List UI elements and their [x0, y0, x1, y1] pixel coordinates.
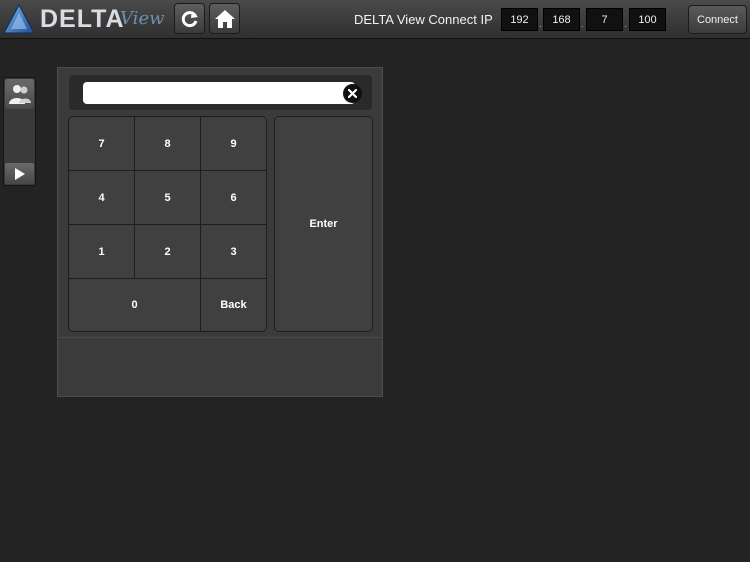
- key-9[interactable]: 9: [200, 116, 267, 171]
- key-5[interactable]: 5: [134, 170, 201, 225]
- keypad-panel: 7 8 9 4 5 6 1 2 3 0 Back Enter: [57, 67, 383, 397]
- users-icon: [8, 85, 31, 104]
- panel-divider: [58, 337, 382, 338]
- home-button[interactable]: [209, 3, 240, 34]
- side-panel: [3, 77, 36, 186]
- delta-logo-icon: [3, 3, 35, 34]
- pin-input[interactable]: [83, 82, 355, 104]
- ip-octet-1[interactable]: 192: [501, 8, 538, 31]
- key-2[interactable]: 2: [134, 224, 201, 279]
- key-7[interactable]: 7: [68, 116, 135, 171]
- connect-ip-label: DELTA View Connect IP: [354, 12, 493, 27]
- brand-name: DELTA: [40, 5, 125, 33]
- ip-separator: .: [539, 19, 542, 30]
- pin-input-container: [69, 75, 372, 110]
- refresh-icon: [181, 10, 198, 27]
- connect-button[interactable]: Connect: [688, 5, 747, 34]
- play-button[interactable]: [5, 163, 34, 184]
- brand-subtitle: View: [120, 8, 165, 29]
- home-icon: [214, 9, 235, 28]
- ip-octet-3[interactable]: 7: [586, 8, 623, 31]
- key-6[interactable]: 6: [200, 170, 267, 225]
- ip-octet-2[interactable]: 168: [543, 8, 580, 31]
- key-4[interactable]: 4: [68, 170, 135, 225]
- key-0[interactable]: 0: [68, 278, 201, 332]
- ip-octet-4[interactable]: 100: [629, 8, 666, 31]
- key-8[interactable]: 8: [134, 116, 201, 171]
- ip-separator: .: [581, 19, 584, 30]
- key-3[interactable]: 3: [200, 224, 267, 279]
- top-bar: DELTA View DELTA View Connect IP 192 . 1…: [0, 0, 750, 39]
- clear-button[interactable]: [343, 84, 362, 103]
- enter-button[interactable]: Enter: [274, 116, 373, 332]
- play-icon: [14, 167, 25, 180]
- users-button[interactable]: [5, 79, 34, 109]
- clear-icon: [348, 89, 357, 98]
- key-1[interactable]: 1: [68, 224, 135, 279]
- back-button[interactable]: Back: [200, 278, 267, 332]
- refresh-button[interactable]: [174, 3, 205, 34]
- ip-separator: .: [624, 19, 627, 30]
